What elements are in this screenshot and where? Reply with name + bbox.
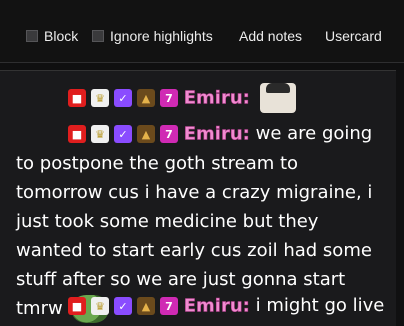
block-label: Block	[44, 28, 79, 44]
add-notes-label: Add notes	[239, 28, 303, 44]
ignore-highlights-label: Ignore highlights	[110, 28, 213, 44]
chat-username[interactable]: Emiru:	[183, 295, 250, 317]
usercard-button[interactable]: Usercard	[325, 27, 382, 45]
verified-badge-icon[interactable]: ✓	[114, 125, 132, 143]
cowboy-badge-icon[interactable]: ▲	[137, 125, 155, 143]
chat-message: ■ ♛ ✓ ▲ 7 Emiru: i might go live	[16, 291, 388, 321]
usercard-label: Usercard	[325, 28, 382, 44]
cowboy-badge-icon[interactable]: ▲	[137, 89, 155, 107]
ignore-highlights-checkbox[interactable]	[92, 30, 104, 42]
chat-scrollbar[interactable]	[396, 70, 404, 325]
chat-history[interactable]: ■ ♛ ✓ ▲ 7 Emiru: ■ ♛ ✓ ▲ 7 Emiru: we are…	[0, 70, 396, 326]
chat-message: ■ ♛ ✓ ▲ 7 Emiru:	[16, 83, 388, 113]
chat-message-text: i might go live	[255, 295, 385, 316]
7tv-badge-icon[interactable]: 7	[160, 297, 178, 315]
chat-username[interactable]: Emiru:	[183, 87, 250, 109]
block-option[interactable]: Block	[26, 27, 78, 45]
live-badge-icon[interactable]: ■	[68, 89, 86, 107]
badge-list: ■ ♛ ✓ ▲ 7	[68, 125, 178, 143]
verified-badge-icon[interactable]: ✓	[114, 297, 132, 315]
smiling-girl-emote-icon[interactable]	[259, 83, 296, 113]
badge-list: ■ ♛ ✓ ▲ 7	[68, 297, 178, 315]
ignore-highlights-option[interactable]: Ignore highlights	[92, 27, 213, 45]
usercard-toolbar: Block Ignore highlights Add notes Userca…	[0, 0, 404, 63]
badge-list: ■ ♛ ✓ ▲ 7	[68, 89, 178, 107]
block-checkbox[interactable]	[26, 30, 38, 42]
chat-username[interactable]: Emiru:	[183, 123, 250, 145]
verified-badge-icon[interactable]: ✓	[114, 89, 132, 107]
7tv-badge-icon[interactable]: 7	[160, 89, 178, 107]
live-badge-icon[interactable]: ■	[68, 297, 86, 315]
live-badge-icon[interactable]: ■	[68, 125, 86, 143]
add-notes-button[interactable]: Add notes	[239, 27, 302, 45]
7tv-badge-icon[interactable]: 7	[160, 125, 178, 143]
cowboy-badge-icon[interactable]: ▲	[137, 297, 155, 315]
sub-badge-icon[interactable]: ♛	[91, 125, 109, 143]
sub-badge-icon[interactable]: ♛	[91, 297, 109, 315]
sub-badge-icon[interactable]: ♛	[91, 89, 109, 107]
chat-message-text: we are going to postpone the goth stream…	[16, 123, 373, 319]
